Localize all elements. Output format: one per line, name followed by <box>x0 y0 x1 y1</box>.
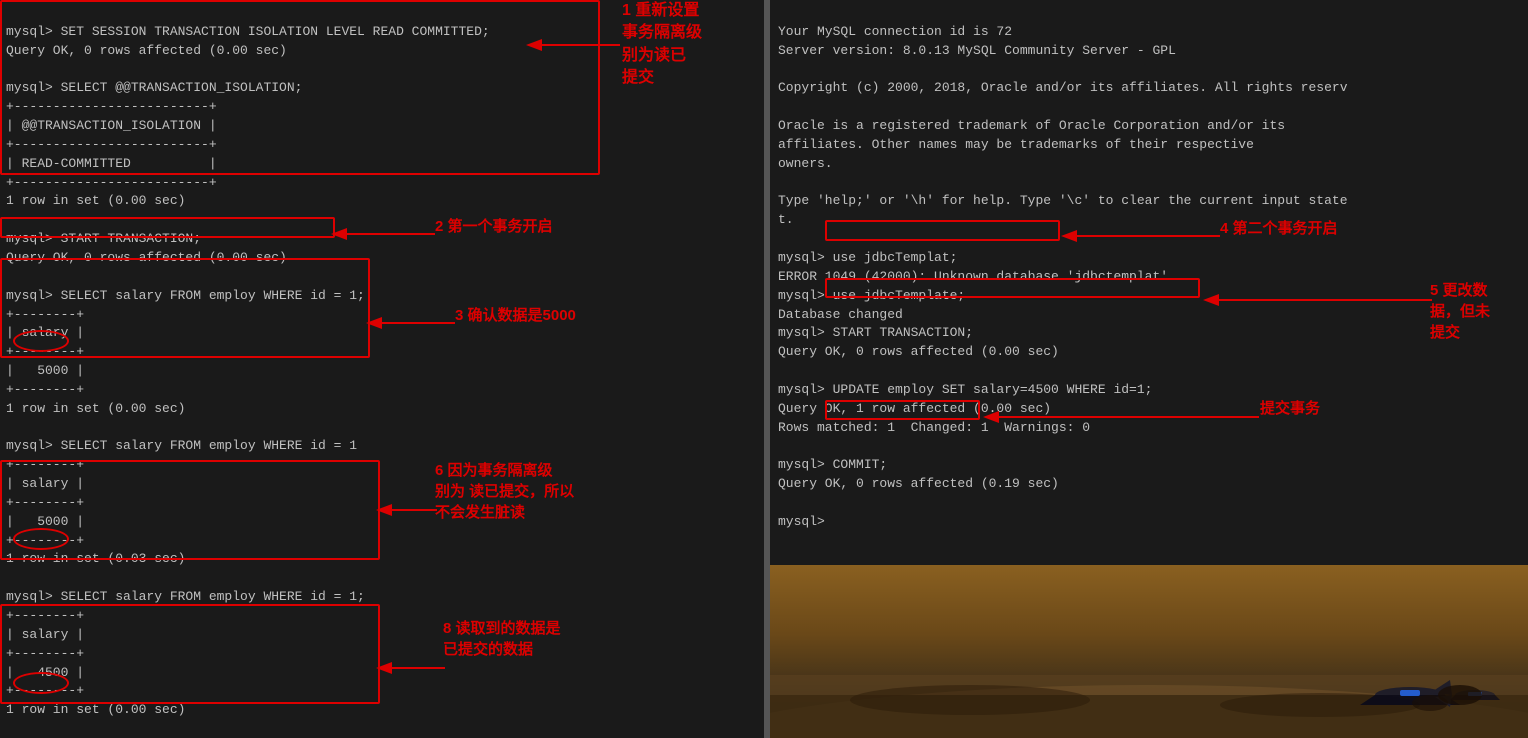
bottom-image <box>770 565 1528 738</box>
annotation-7: 提交事务 <box>1260 398 1320 419</box>
annotation-3: 3 确认数据是5000 <box>455 305 576 326</box>
left-terminal: mysql> SET SESSION TRANSACTION ISOLATION… <box>0 0 764 738</box>
annotation-5: 5 更改数据，但未提交 <box>1430 280 1490 343</box>
annotation-6: 6 因为事务隔离级别为 读已提交，所以不会发生脏读 <box>435 460 574 523</box>
left-terminal-text: mysql> SET SESSION TRANSACTION ISOLATION… <box>6 4 758 738</box>
right-terminal-text: Your MySQL connection id is 72 Server ve… <box>778 4 1520 550</box>
annotation-8: 8 读取到的数据是已提交的数据 <box>443 618 561 660</box>
right-terminal: Your MySQL connection id is 72 Server ve… <box>770 0 1528 565</box>
right-panel: Your MySQL connection id is 72 Server ve… <box>770 0 1528 738</box>
desert-scene <box>770 565 1528 738</box>
annotation-1: 1 重新设置事务隔离级别为读已提交 <box>622 0 702 90</box>
annotation-2: 2 第一个事务开启 <box>435 216 553 237</box>
annotation-4: 4 第二个事务开启 <box>1220 218 1338 239</box>
